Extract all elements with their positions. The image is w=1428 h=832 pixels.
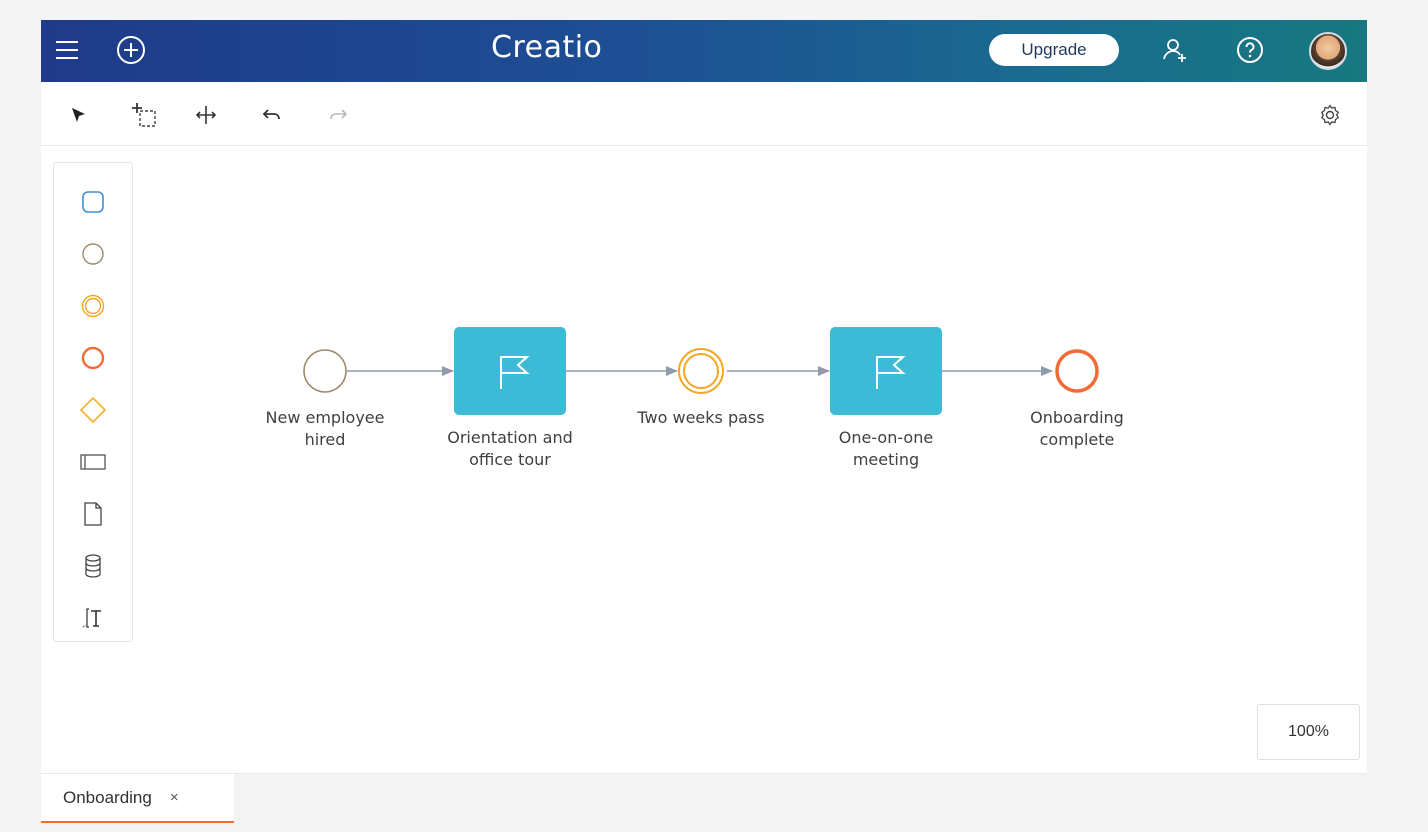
redo-icon[interactable] (323, 100, 353, 130)
process-diagram (303, 327, 1099, 415)
pointer-icon[interactable] (63, 100, 93, 130)
user-task-one-on-one (830, 327, 942, 415)
menu-icon[interactable] (51, 34, 83, 66)
label-line: Orientation and (447, 428, 573, 447)
add-circle-icon[interactable] (115, 34, 147, 66)
node-label-start: New employee hired (235, 407, 415, 451)
upgrade-button[interactable]: Upgrade (989, 34, 1119, 66)
node-label-task-2: One-on-one meeting (796, 427, 976, 471)
label-line: complete (1039, 430, 1115, 449)
tab-label: Onboarding (63, 787, 152, 807)
node-label-task-1: Orientation and office tour (420, 427, 600, 471)
start-event (303, 349, 347, 393)
add-user-icon[interactable] (1159, 34, 1191, 66)
intermediate-event (678, 348, 724, 394)
help-icon[interactable] (1234, 34, 1266, 66)
label-line: office tour (469, 450, 551, 469)
lasso-select-icon[interactable] (129, 100, 159, 130)
diagram-canvas[interactable]: New employee hired Orientation and offic… (41, 147, 1367, 773)
avatar[interactable] (1309, 32, 1347, 70)
label-line: Onboarding (1030, 408, 1124, 427)
label-line: meeting (852, 450, 920, 469)
node-label-intermediate: Two weeks pass (611, 407, 791, 429)
gear-icon[interactable] (1315, 100, 1345, 130)
undo-icon[interactable] (257, 100, 287, 130)
header-bar: Creatio Upgrade (41, 20, 1367, 82)
tab-onboarding[interactable]: Onboarding × (41, 774, 234, 823)
end-event (1055, 349, 1099, 393)
label-line: Two weeks pass (637, 408, 765, 427)
app-logo: Creatio (491, 30, 603, 65)
zoom-level[interactable]: 100% (1257, 704, 1360, 760)
close-icon[interactable]: × (170, 789, 179, 806)
node-label-end: Onboarding complete (987, 407, 1167, 451)
toolbar (41, 82, 1367, 146)
tab-bar: Onboarding × (41, 773, 1367, 832)
user-task-orientation (454, 327, 566, 415)
app-window: Creatio Upgrade New employee hired Orien… (41, 20, 1367, 832)
label-line: hired (304, 430, 346, 449)
label-line: New employee (265, 408, 385, 427)
label-line: One-on-one (838, 428, 934, 447)
space-tool-icon[interactable] (191, 100, 221, 130)
